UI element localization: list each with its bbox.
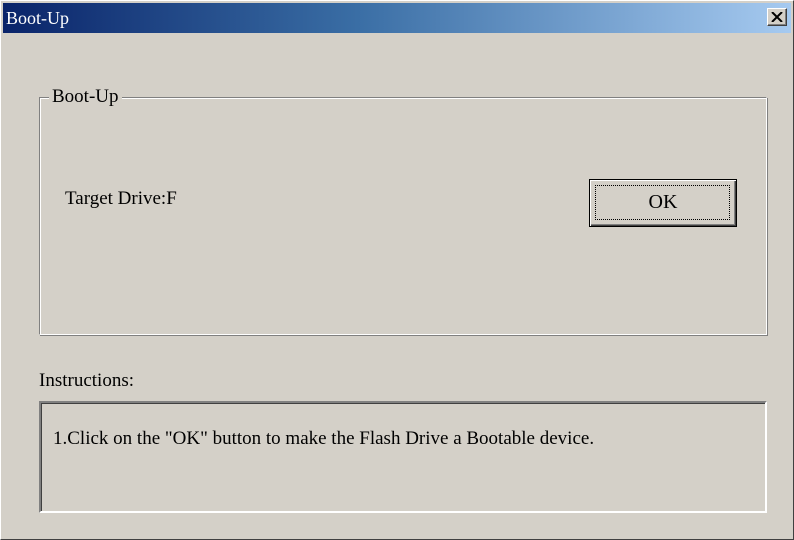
instructions-label: Instructions: (39, 370, 134, 391)
instructions-box: 1.Click on the "OK" button to make the F… (39, 401, 767, 513)
ok-button[interactable]: OK (589, 179, 737, 227)
instructions-text: 1.Click on the "OK" button to make the F… (53, 428, 595, 449)
close-button[interactable] (767, 8, 787, 26)
groupbox-legend: Boot-Up (49, 85, 122, 109)
window-title: Boot-Up (6, 8, 69, 28)
target-drive-label: Target Drive:F (65, 188, 177, 209)
title-bar[interactable]: Boot-Up (3, 3, 791, 33)
ok-button-label: OK (648, 191, 678, 213)
boot-up-dialog: Boot-Up Boot-Up Target Drive:F OK Instru… (0, 0, 794, 540)
close-icon (771, 12, 783, 22)
